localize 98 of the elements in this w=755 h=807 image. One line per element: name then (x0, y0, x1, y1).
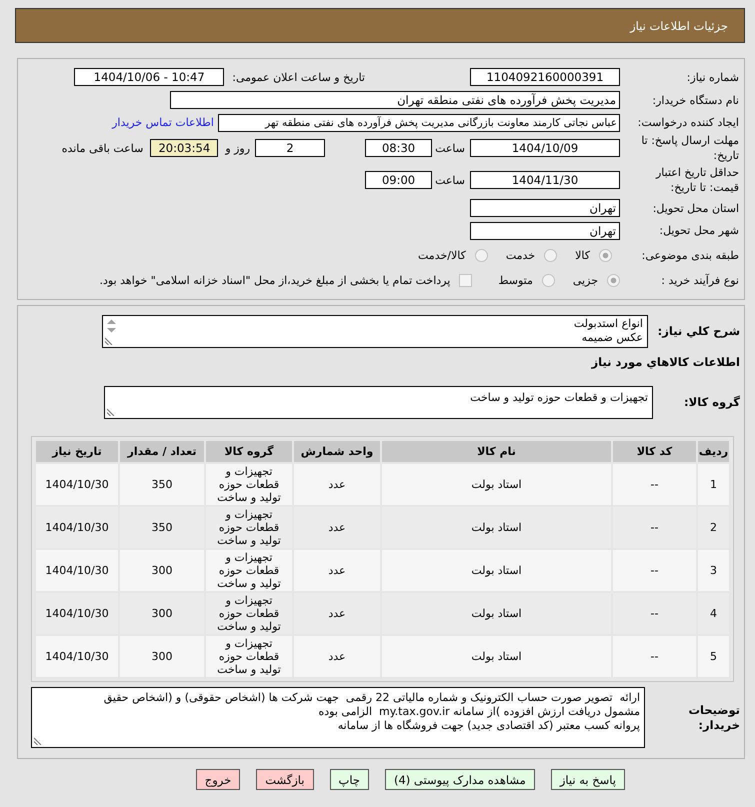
resize-grip-icon[interactable] (105, 337, 113, 345)
table-cell: 300 (119, 635, 205, 678)
table-cell: 300 (119, 549, 205, 592)
back-button[interactable]: بازگشت (256, 769, 314, 790)
column-header: تعداد / مقدار (119, 440, 205, 463)
announce-date-field[interactable]: 1404/10/06 - 10:47 (74, 68, 224, 86)
field-label: نوع فرآیند خرید : (660, 272, 739, 288)
column-header: ردیف (697, 440, 730, 463)
table-cell: -- (612, 506, 697, 549)
radio-button[interactable] (542, 274, 555, 286)
page-title: جزئیات اطلاعات نیاز (630, 18, 728, 32)
attachments-button[interactable]: مشاهده مدارک پیوستی (4) (384, 769, 535, 790)
days-field[interactable]: 2 (255, 139, 326, 157)
table-cell: 1404/10/30 (35, 592, 119, 635)
table-cell: 1404/10/30 (35, 549, 119, 592)
table-cell: 1404/10/30 (35, 506, 119, 549)
buyer-notes-field[interactable]: ارائه تصویر صورت حساب الکترونیک و شماره مالیاتی 22 رقمی جهت شرکت ها (اشخاص حقوقی) و (اشخاص حقیق مشمول دریافت ارزش افزوده )از سامانه my.tax.gov.ir الزامی بوده پروانه کسب معتبر (کد اقتصادی جدید) جهت فروشگاه ها از سامانه (31, 687, 645, 748)
table-cell: -- (612, 463, 697, 506)
field-label: استان محل تحویل: (652, 200, 739, 216)
scroll-arrows-icon[interactable] (106, 319, 117, 333)
table-cell: تجهیزات و قطعات حوزه تولید و ساخت (205, 506, 293, 549)
validity-date-field[interactable]: 1404/11/30 (470, 171, 620, 189)
remaining-time-field[interactable]: 20:03:54 (150, 139, 218, 157)
table-cell: 350 (119, 463, 205, 506)
table-cell: 1 (697, 463, 730, 506)
option-label[interactable]: جزیی (572, 274, 598, 286)
need-number-field[interactable]: 1104092160000391 (470, 68, 620, 86)
table-cell: -- (612, 549, 697, 592)
exit-button[interactable]: خروج (196, 769, 240, 790)
field-label: ایجاد کننده درخواست: (636, 115, 739, 130)
goods-group-field[interactable]: تجهیزات و قطعات حوزه تولید و ساخت (104, 386, 653, 419)
field-label: طبقه بندی موضوعی: (640, 248, 739, 262)
field-label: گروه کالا: (683, 395, 740, 410)
table-cell: 1404/10/30 (35, 635, 119, 678)
field-label: مهلت ارسال پاسخ: تا تاریخ: (640, 133, 739, 163)
table-cell: استاد بولت (381, 635, 612, 678)
table-cell: 1404/10/30 (35, 463, 119, 506)
table-cell: استاد بولت (381, 463, 612, 506)
option-label[interactable]: متوسط (498, 274, 533, 286)
table-cell: 2 (697, 506, 730, 549)
table-cell: عدد (293, 463, 381, 506)
table-cell: عدد (293, 549, 381, 592)
print-button[interactable]: چاپ (330, 769, 369, 790)
column-header: نام کالا (381, 440, 612, 463)
table-cell: 3 (697, 549, 730, 592)
requester-field[interactable]: عباس نجاتی کارمند معاونت بازرگانی مدیریت پخش فرآورده های نفتی منطقه تهر (218, 114, 620, 132)
table-cell: تجهیزات و قطعات حوزه تولید و ساخت (205, 549, 293, 592)
description-field[interactable]: انواع استدبولت عکس ضمیمه (102, 315, 648, 348)
deadline-date-field[interactable]: 1404/10/09 (470, 139, 620, 157)
table-cell: -- (612, 592, 697, 635)
buyer-org-field[interactable]: مدیریت پخش فرآورده های نفتی منطقه تهران (170, 91, 620, 109)
column-header: کد کالا (612, 440, 697, 463)
deadline-time-field[interactable]: 08:30 (365, 139, 432, 157)
option-label[interactable]: خدمت (506, 248, 536, 262)
field-label: روز و (225, 142, 250, 154)
option-label[interactable]: کالا/خدمت (418, 248, 466, 262)
field-label: شرح كلي نياز: (656, 324, 740, 339)
table-cell: استاد بولت (381, 592, 612, 635)
checkbox[interactable] (459, 274, 472, 286)
option-label[interactable]: کالا (575, 248, 590, 262)
column-header: واحد شمارش (293, 440, 381, 463)
checkbox-label: پرداخت تمام یا بخشی از مبلغ خرید،از محل "اسناد خزانه اسلامی" خواهد بود. (100, 274, 450, 286)
field-label: حداقل تاریخ اعتبار قیمت: تا تاریخ: (654, 165, 739, 195)
field-label: شماره نیاز: (686, 70, 739, 84)
city-field[interactable]: تهران (470, 222, 620, 240)
column-header: تاریخ نیاز (35, 440, 119, 463)
column-header: گروه کالا (205, 440, 293, 463)
field-label: ساعت (435, 142, 465, 154)
table-cell: تجهیزات و قطعات حوزه تولید و ساخت (205, 635, 293, 678)
table-cell: -- (612, 635, 697, 678)
radio-button[interactable] (544, 248, 558, 262)
reply-button[interactable]: پاسخ به نیاز (550, 769, 625, 790)
radio-button[interactable] (474, 248, 488, 262)
radio-button[interactable] (607, 274, 620, 286)
validity-time-field[interactable]: 09:00 (365, 171, 432, 189)
resize-grip-icon[interactable] (34, 737, 42, 745)
table-cell: تجهیزات و قطعات حوزه تولید و ساخت (205, 592, 293, 635)
table-cell: عدد (293, 506, 381, 549)
field-label: ساعت (435, 174, 465, 186)
table-cell: استاد بولت (381, 506, 612, 549)
table-cell: عدد (293, 592, 381, 635)
table-cell: تجهیزات و قطعات حوزه تولید و ساخت (205, 463, 293, 506)
province-field[interactable]: تهران (470, 199, 620, 217)
resize-grip-icon[interactable] (107, 408, 115, 416)
table-cell: عدد (293, 635, 381, 678)
radio-button[interactable] (599, 248, 612, 262)
section-heading: اطلاعات كالاهاي مورد نياز (592, 354, 740, 370)
table-cell: 4 (697, 592, 730, 635)
field-label: نام دستگاه خریدار: (651, 92, 739, 108)
field-label: تاریخ و ساعت اعلان عمومی: (232, 70, 365, 84)
table-cell: 300 (119, 592, 205, 635)
field-label: توضیحات خریدار: (688, 702, 740, 732)
table-cell: 5 (697, 635, 730, 678)
table-cell: استاد بولت (381, 549, 612, 592)
buyer-contact-link[interactable]: اطلاعات تماس خریدار (112, 116, 214, 129)
field-label: شهر محل تحویل: (658, 223, 739, 238)
table-cell: 350 (119, 506, 205, 549)
field-label: ساعت باقی مانده (62, 142, 144, 154)
